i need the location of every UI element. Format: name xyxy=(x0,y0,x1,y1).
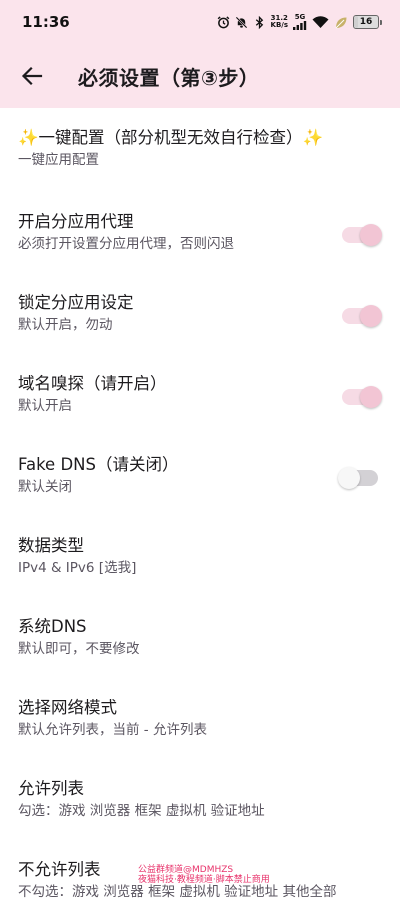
settings-list: ✨一键配置（部分机型无效自行检查）✨ 一键应用配置 开启分应用代理 必须打开设置… xyxy=(0,108,400,923)
app-bar: 必须设置（第③步） xyxy=(0,44,400,108)
switch-knob xyxy=(338,466,360,489)
item-subtitle: 必须打开设置分应用代理，否则闪退 xyxy=(18,236,234,252)
battery-icon: 16 xyxy=(353,15,379,29)
item-title: 不允许列表 xyxy=(18,860,101,879)
status-time: 11:36 xyxy=(22,13,70,31)
battery-indicator: 16 xyxy=(353,15,382,29)
alarm-icon xyxy=(217,15,229,28)
system-dns-item[interactable]: 系统DNS 默认即可，不要修改 xyxy=(0,599,400,680)
fake-dns-switch[interactable] xyxy=(338,466,378,489)
item-subtitle: 一键应用配置 xyxy=(18,152,99,168)
item-title: 域名嗅探（请开启） xyxy=(18,374,167,393)
arrow-back-icon xyxy=(21,66,43,86)
item-subtitle: 默认开启，勿动 xyxy=(18,317,113,333)
domain-sniffing-switch[interactable] xyxy=(342,385,382,408)
item-subtitle: IPv4 & IPv6 [选我] xyxy=(18,560,137,576)
lock-per-app-item[interactable]: 锁定分应用设定 默认开启，勿动 xyxy=(0,275,400,356)
allow-list-item[interactable]: 允许列表 勾选：游戏 浏览器 框架 虚拟机 验证地址 xyxy=(0,761,400,842)
battery-level: 16 xyxy=(359,17,373,27)
fake-dns-item[interactable]: Fake DNS（请关闭） 默认关闭 xyxy=(0,437,400,518)
network-type: 5G xyxy=(294,13,306,21)
item-subtitle: 默认开启 xyxy=(18,398,72,414)
item-title: 允许列表 xyxy=(18,779,84,798)
bell-muted-icon xyxy=(235,16,247,28)
status-bar: 11:36 31.2 KB/s 5G 16 xyxy=(0,0,400,44)
network-speed-unit: KB/s xyxy=(270,21,288,29)
item-title: 锁定分应用设定 xyxy=(18,293,134,312)
disallow-list-item[interactable]: 不允许列表 不勾选：游戏 浏览器 框架 虚拟机 验证地址 其他全部 xyxy=(0,842,400,923)
domain-sniffing-item[interactable]: 域名嗅探（请开启） 默认开启 xyxy=(0,356,400,437)
battery-fill xyxy=(354,16,358,28)
item-title: Fake DNS（请关闭） xyxy=(18,455,179,474)
item-subtitle: 默认关闭 xyxy=(18,479,72,495)
network-mode-item[interactable]: 选择网络模式 默认允许列表，当前 - 允许列表 xyxy=(0,680,400,761)
cellular-signal: 5G xyxy=(293,14,307,30)
switch-knob xyxy=(360,385,382,408)
page-title: 必须设置（第③步） xyxy=(78,65,260,90)
back-button[interactable] xyxy=(18,62,46,90)
leaf-icon xyxy=(335,17,347,28)
item-title: 选择网络模式 xyxy=(18,698,117,717)
signal-icon xyxy=(293,21,307,30)
data-type-item[interactable]: 数据类型 IPv4 & IPv6 [选我] xyxy=(0,518,400,599)
item-subtitle: 勾选：游戏 浏览器 框架 虚拟机 验证地址 xyxy=(18,803,265,819)
network-speed: 31.2 KB/s xyxy=(271,15,288,29)
item-title: 开启分应用代理 xyxy=(18,212,134,231)
item-title: 系统DNS xyxy=(18,617,87,636)
status-icons: 31.2 KB/s 5G 16 xyxy=(217,14,382,30)
switch-knob xyxy=(360,304,382,327)
item-title: 数据类型 xyxy=(18,536,84,555)
per-app-proxy-item[interactable]: 开启分应用代理 必须打开设置分应用代理，否则闪退 xyxy=(0,194,400,275)
item-subtitle: 默认允许列表，当前 - 允许列表 xyxy=(18,722,207,738)
item-subtitle: 默认即可，不要修改 xyxy=(18,641,140,657)
wifi-icon xyxy=(312,15,329,28)
item-subtitle: 不勾选：游戏 浏览器 框架 虚拟机 验证地址 其他全部 xyxy=(18,884,337,900)
lock-per-app-switch[interactable] xyxy=(342,304,382,327)
one-click-config-item[interactable]: ✨一键配置（部分机型无效自行检查）✨ 一键应用配置 xyxy=(0,108,400,194)
per-app-proxy-switch[interactable] xyxy=(342,223,382,246)
item-title: ✨一键配置（部分机型无效自行检查）✨ xyxy=(18,128,324,147)
switch-knob xyxy=(360,223,382,246)
battery-tip xyxy=(380,19,382,25)
bluetooth-icon xyxy=(255,15,263,29)
